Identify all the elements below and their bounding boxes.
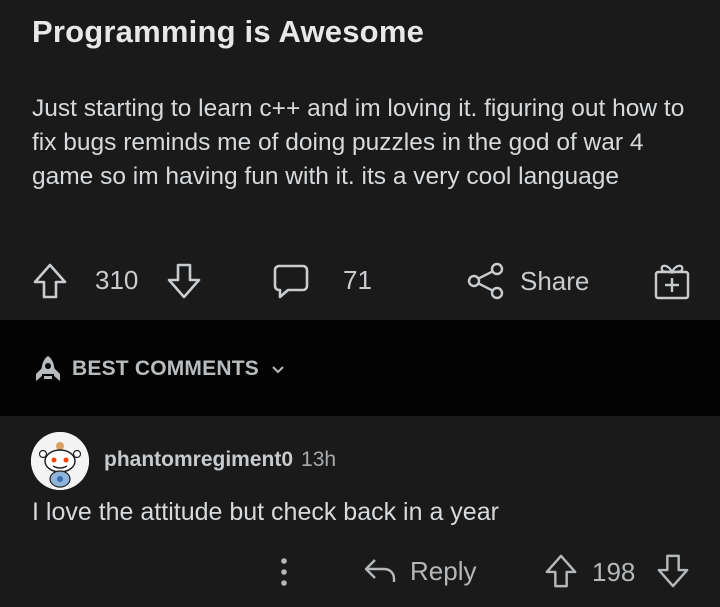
comment-upvote-button[interactable] [544,552,578,590]
post-vote-count: 310 [95,265,139,295]
post-body: Just starting to learn c++ and im loving… [32,95,685,190]
comment-text: I love the attitude but check back in a … [32,498,499,526]
share-label: Share [520,265,590,296]
more-options-button[interactable] [270,555,298,589]
comment-meta: phantomregiment0 13h [104,448,342,472]
award-button[interactable] [652,260,692,302]
upvote-button[interactable] [32,261,68,301]
comment-sort-button[interactable]: BEST COMMENTS [32,354,287,384]
reply-button[interactable]: Reply [362,555,476,587]
comment-time: 13h [301,448,337,471]
arrow-down-icon [657,554,689,588]
rocket-icon [36,356,60,381]
arrow-up-icon [545,554,577,588]
post-card: Programming is Awesome Just starting to … [0,0,720,320]
share-nodes-icon [467,262,504,300]
post-title[interactable]: Programming is Awesome [32,14,424,50]
speech-bubble-icon [273,264,309,299]
reply-label: Reply [410,555,477,586]
post-action-bar: 310 71 Share [0,255,720,309]
comment-count: 71 [343,265,372,295]
snoo-avatar-icon [31,432,89,490]
share-button[interactable]: Share [466,261,589,301]
arrow-down-icon [167,263,201,299]
comment-vote-count: 198 [592,557,636,587]
sort-label: BEST COMMENTS [72,357,259,380]
gift-icon [654,264,690,300]
comment-author[interactable]: phantomregiment0 [104,448,293,472]
downvote-button[interactable] [166,261,202,301]
avatar[interactable] [31,432,89,490]
more-vertical-icon [281,558,287,586]
comment-downvote-button[interactable] [656,552,690,590]
reply-arrow-icon [364,559,396,582]
comments-button[interactable] [272,262,310,300]
arrow-up-icon [33,263,67,299]
chevron-down-icon [272,366,284,374]
